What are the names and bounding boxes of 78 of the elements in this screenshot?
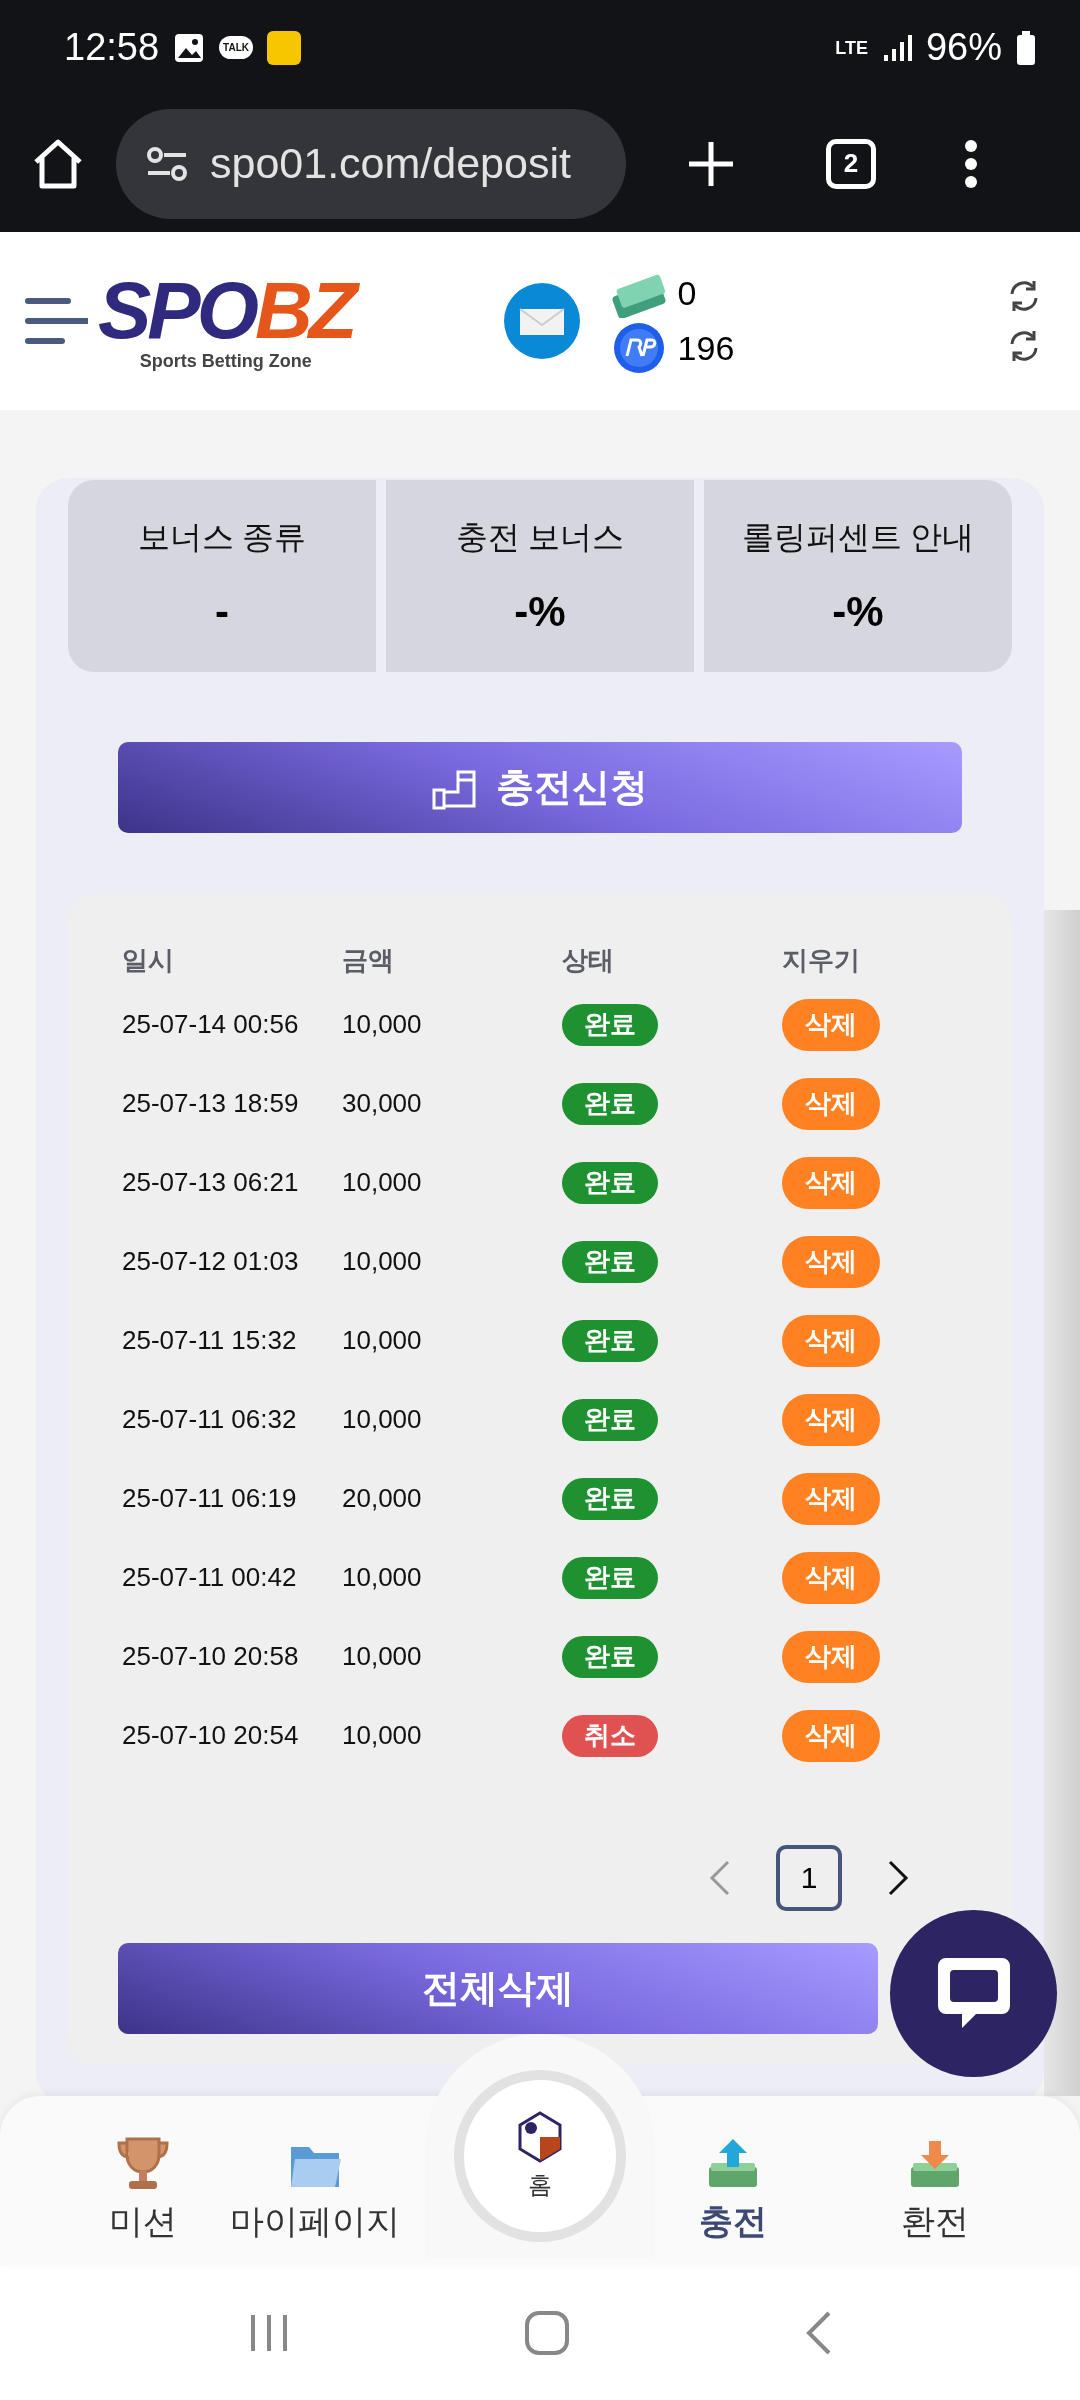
menu-icon[interactable] — [24, 296, 88, 346]
amount-cell-text: 10,000 — [342, 1167, 423, 1198]
amount-cell-text: 10,000 — [342, 1009, 423, 1040]
home-label: 홈 — [528, 2170, 552, 2200]
status-badge: 완료 — [562, 1082, 658, 1125]
delete-button[interactable]: 삭제 — [782, 1077, 880, 1130]
bonus-value: -% — [832, 588, 884, 636]
status-badge: 완료 — [562, 1319, 658, 1362]
image-icon — [173, 31, 206, 64]
more-icon[interactable] — [964, 138, 978, 189]
amount-cell-text: 10,000 — [342, 1562, 423, 1593]
battery-percent: 96% — [925, 26, 1002, 69]
url-text: spo01.com/deposit — [210, 139, 571, 188]
amount-cell-text: 10,000 — [342, 1246, 423, 1277]
tab-count-button[interactable]: 2 — [826, 138, 876, 189]
nav-tab[interactable]: 환전 — [811, 2096, 1059, 2265]
amount-cell-text: 20,000 — [342, 1483, 423, 1514]
delete-button[interactable]: 삭제 — [782, 1156, 880, 1209]
envelope-icon[interactable] — [503, 283, 580, 359]
signal-icon — [881, 32, 912, 63]
date-cell-text: 25-07-11 06:19 — [122, 1483, 298, 1514]
date-cell-text: 25-07-11 06:32 — [122, 1404, 298, 1435]
cash-balance: 0 — [677, 273, 698, 313]
status-badge: 완료 — [562, 1556, 658, 1599]
network-type: LTE — [835, 38, 868, 57]
date-cell-text: 25-07-10 20:54 — [122, 1720, 300, 1751]
status-badge: 취소 — [562, 1714, 658, 1757]
bonus-label: 충전 보너스 — [455, 518, 625, 557]
column-header: 상태 — [562, 943, 615, 977]
status-badge: 완료 — [562, 1477, 658, 1520]
delete-button[interactable]: 삭제 — [782, 1314, 880, 1367]
delete-all-button[interactable]: 전체삭제 — [118, 1943, 878, 2034]
nav-tab[interactable]: 충전 — [655, 2096, 811, 2265]
status-badge: 완료 — [562, 1161, 658, 1204]
amount-cell-text: 10,000 — [342, 1720, 423, 1751]
talk-badge: TALK — [219, 36, 253, 59]
status-badge: 완료 — [562, 1635, 658, 1678]
column-header: 일시 — [122, 943, 175, 977]
bonus-value: -% — [514, 588, 566, 636]
address-bar[interactable]: spo01.com/deposit — [116, 108, 626, 219]
date-cell-text: 25-07-14 00:56 — [122, 1009, 300, 1040]
amount-cell-text: 30,000 — [342, 1088, 423, 1119]
home-button-icon[interactable] — [524, 2309, 570, 2356]
delete-button[interactable]: 삭제 — [782, 1709, 880, 1762]
column-header: 지우기 — [782, 943, 861, 977]
amount-cell-text: 10,000 — [342, 1404, 423, 1435]
bonus-label: 보너스 종류 — [137, 518, 307, 557]
clock: 12:58 — [64, 26, 160, 69]
deposit-request-button[interactable]: 충전신청 — [118, 742, 962, 833]
points-balance: 196 — [677, 328, 735, 368]
date-cell-text: 25-07-10 20:58 — [122, 1641, 300, 1672]
hexagon-logo-icon — [517, 2111, 563, 2163]
delete-button[interactable]: 삭제 — [782, 1235, 880, 1288]
amount-cell-text: 10,000 — [342, 1641, 423, 1672]
bonus-label: 롤링퍼센트 안내 — [741, 518, 975, 557]
date-cell-text: 25-07-13 06:21 — [122, 1167, 300, 1198]
page-button[interactable]: 1 — [776, 1845, 842, 1911]
delete-button[interactable]: 삭제 — [782, 1393, 880, 1446]
date-cell-text: 25-07-11 00:42 — [122, 1562, 298, 1593]
delete-button[interactable]: 삭제 — [782, 1472, 880, 1525]
status-badge: 완료 — [562, 1003, 658, 1046]
delete-button[interactable]: 삭제 — [782, 998, 880, 1051]
delete-button[interactable]: 삭제 — [782, 1551, 880, 1604]
date-cell-text: 25-07-12 01:03 — [122, 1246, 300, 1277]
amount-cell-text: 10,000 — [342, 1325, 423, 1356]
site-settings-icon — [146, 145, 188, 182]
app-notification-icon — [267, 30, 301, 65]
nav-tab[interactable]: 마이페이지 — [215, 2096, 415, 2265]
date-cell-text: 25-07-13 18:59 — [122, 1088, 300, 1119]
nav-tab[interactable]: 미션 — [70, 2096, 215, 2265]
bonus-value: - — [215, 588, 229, 636]
status-badge: 완료 — [562, 1398, 658, 1441]
logo-tagline: Sports Betting Zone — [139, 350, 312, 372]
delete-button[interactable]: 삭제 — [782, 1630, 880, 1683]
date-cell-text: 25-07-11 15:32 — [122, 1325, 298, 1356]
status-badge: 완료 — [562, 1240, 658, 1283]
column-header: 금액 — [342, 943, 395, 977]
battery-icon — [1016, 30, 1036, 65]
